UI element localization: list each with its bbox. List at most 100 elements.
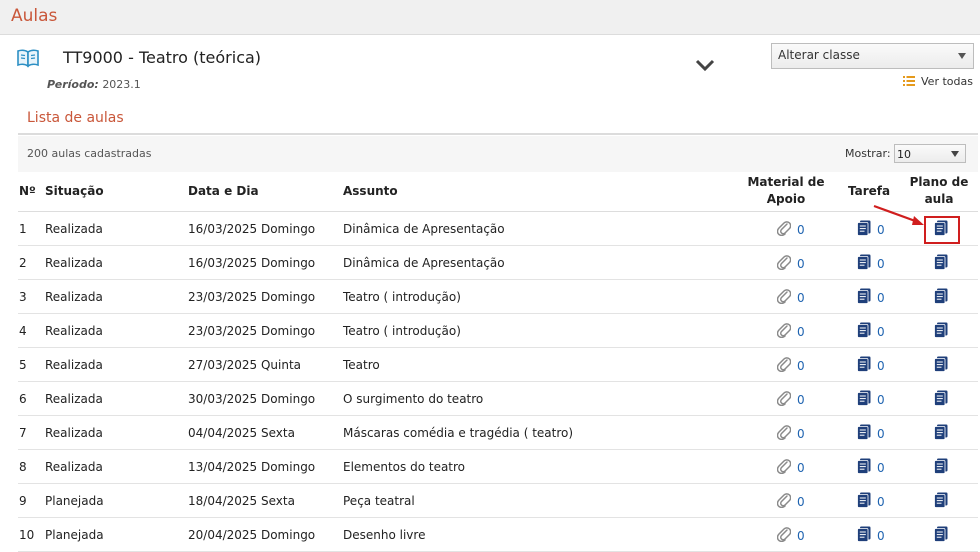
plano-aula-icon[interactable] [934,458,948,474]
document-icon[interactable] [857,526,871,542]
plano-aula-icon[interactable] [934,288,948,304]
tarefa-count-link[interactable]: 0 [877,257,885,271]
paperclip-icon[interactable] [776,492,792,509]
mostrar-label: Mostrar: [845,147,891,160]
table-row: 8 Realizada 13/04/2025 Domingo Elementos do… [18,450,978,484]
row-situacao: Realizada [45,222,103,236]
row-data: 16/03/2025 Domingo [188,222,316,236]
material-count-link[interactable]: 0 [797,325,805,339]
material-count-link[interactable]: 0 [797,529,805,543]
table-row: 10 Planejada 20/04/2025 Domingo Desenho liv… [18,518,978,552]
document-icon[interactable] [857,424,871,440]
table-row: 3 Realizada 23/03/2025 Domingo Teatro ( int… [18,280,978,314]
material-count-link[interactable]: 0 [797,427,805,441]
table-row: 9 Planejada 18/04/2025 Sexta Peça teatral 0 0 [18,484,978,518]
course-name: Teatro (teórica) [138,48,262,67]
document-icon[interactable] [857,254,871,270]
page-size-select[interactable]: 10 [894,144,966,163]
plano-aula-icon[interactable] [934,390,948,406]
top-bar: Aulas [0,0,980,35]
header-material-line2: Apoio [766,192,806,206]
plano-aula-icon[interactable] [934,322,948,338]
material-count-link[interactable]: 0 [797,495,805,509]
paperclip-icon[interactable] [776,288,792,305]
periodo-label: Período: [47,78,99,91]
material-count-link[interactable]: 0 [797,461,805,475]
table-row: 4 Realizada 23/03/2025 Domingo Teatro ( int… [18,314,978,348]
tarefa-count-link[interactable]: 0 [877,461,885,475]
document-icon[interactable] [857,288,871,304]
material-count-link[interactable]: 0 [797,257,805,271]
document-icon[interactable] [857,356,871,372]
paperclip-icon[interactable] [776,424,792,441]
document-icon[interactable] [857,322,871,338]
material-count-link[interactable]: 0 [797,223,805,237]
plano-aula-icon[interactable] [934,492,948,508]
row-data: 30/03/2025 Domingo [188,392,316,406]
paperclip-icon[interactable] [776,458,792,475]
paperclip-icon[interactable] [776,322,792,339]
section-divider [18,133,978,135]
paperclip-icon[interactable] [776,356,792,373]
paperclip-icon[interactable] [776,526,792,543]
tarefa-count-link[interactable]: 0 [877,427,885,441]
row-num: 4 [19,324,27,338]
tarefa-count-link[interactable]: 0 [877,359,885,373]
list-icon [903,76,915,86]
header-material-line1: Material de [747,175,825,189]
row-num: 1 [19,222,27,236]
row-assunto: Dinâmica de Apresentação [343,222,505,236]
header-data: Data e Dia [188,184,259,198]
row-assunto: Teatro ( introdução) [343,290,461,304]
header-material: Material de Apoio [746,174,826,208]
row-data: 18/04/2025 Sexta [188,494,295,508]
header-plano-line1: Plano de [909,175,969,189]
table-row: 7 Realizada 04/04/2025 Sexta Máscaras coméd… [18,416,978,450]
document-icon[interactable] [857,458,871,474]
list-toolbar: 200 aulas cadastradas Mostrar: 10 [18,136,978,172]
paperclip-icon[interactable] [776,220,792,237]
tarefa-count-link[interactable]: 0 [877,291,885,305]
tarefa-count-link[interactable]: 0 [877,495,885,509]
tarefa-count-link[interactable]: 0 [877,393,885,407]
header-num: Nº [19,184,36,198]
book-open-icon [17,49,39,68]
page-title: Aulas [11,6,58,26]
row-assunto: Teatro ( introdução) [343,324,461,338]
row-data: 13/04/2025 Domingo [188,460,316,474]
tarefa-count-link[interactable]: 0 [877,325,885,339]
row-num: 9 [19,494,27,508]
material-count-link[interactable]: 0 [797,359,805,373]
ver-todas-link[interactable]: Ver todas [903,75,973,88]
plano-aula-icon[interactable] [934,356,948,372]
paperclip-icon[interactable] [776,390,792,407]
plano-aula-icon[interactable] [934,424,948,440]
document-icon[interactable] [857,492,871,508]
row-assunto: Dinâmica de Apresentação [343,256,505,270]
row-situacao: Realizada [45,392,103,406]
periodo-value: 2023.1 [102,78,141,91]
plano-aula-icon[interactable] [934,254,948,270]
row-assunto: Teatro [343,358,380,372]
page-size-value: 10 [897,148,911,161]
document-icon[interactable] [857,390,871,406]
table-row: 1 Realizada 16/03/2025 Domingo Dinâmica de … [18,212,978,246]
material-count-link[interactable]: 0 [797,291,805,305]
class-select-value: Alterar classe [778,48,860,62]
table-row: 5 Realizada 27/03/2025 Quinta Teatro 0 0 [18,348,978,382]
row-num: 10 [19,528,35,542]
tarefa-count-link[interactable]: 0 [877,529,885,543]
document-icon[interactable] [857,220,871,236]
material-count-link[interactable]: 0 [797,393,805,407]
row-num: 7 [19,426,27,440]
caret-down-icon [958,53,966,59]
row-num: 6 [19,392,27,406]
row-situacao: Planejada [45,528,104,542]
row-data: 23/03/2025 Domingo [188,290,316,304]
header-situacao: Situação [45,184,104,198]
paperclip-icon[interactable] [776,254,792,271]
chevron-down-icon[interactable] [694,57,716,73]
table-row: 6 Realizada 30/03/2025 Domingo O surgimento… [18,382,978,416]
class-select[interactable]: Alterar classe [771,43,974,69]
plano-aula-icon[interactable] [934,526,948,542]
